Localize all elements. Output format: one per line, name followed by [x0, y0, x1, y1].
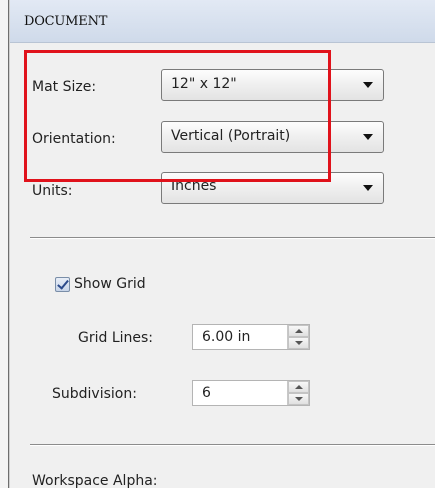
subdivision-increment[interactable]: [288, 381, 309, 393]
show-grid-checkbox[interactable]: [55, 277, 70, 292]
window-left-edge: [0, 0, 10, 488]
orientation-value: Vertical (Portrait): [171, 128, 291, 144]
dropdown-arrow-icon: [363, 185, 373, 191]
dropdown-arrow-icon: [363, 134, 373, 140]
mat-size-select[interactable]: 12" x 12": [161, 69, 384, 101]
units-select[interactable]: Inches: [161, 172, 384, 204]
section-divider: [30, 444, 435, 446]
checkmark-icon: [57, 277, 69, 290]
subdivision-label: Subdivision:: [52, 386, 137, 402]
grid-lines-value: 6.00 in: [202, 329, 251, 345]
workspace-alpha-label: Workspace Alpha:: [32, 473, 158, 489]
subdivision-value: 6: [202, 385, 211, 401]
mat-size-value: 12" x 12": [171, 76, 237, 92]
units-value: Inches: [171, 178, 217, 194]
spin-up-icon: [295, 385, 303, 389]
grid-lines-input[interactable]: 6.00 in: [192, 324, 310, 350]
dropdown-arrow-icon: [363, 82, 373, 88]
units-label: Units:: [32, 183, 73, 199]
panel-title: DOCUMENT: [24, 14, 108, 29]
grid-lines-decrement[interactable]: [288, 337, 309, 349]
grid-lines-stepper: [287, 325, 309, 349]
grid-lines-increment[interactable]: [288, 325, 309, 337]
mat-size-label: Mat Size:: [32, 79, 97, 95]
orientation-select[interactable]: Vertical (Portrait): [161, 121, 384, 153]
subdivision-decrement[interactable]: [288, 393, 309, 405]
document-panel: DOCUMENT Mat Size: 12" x 12" Orientation…: [10, 0, 435, 489]
spin-down-icon: [295, 397, 303, 401]
spin-down-icon: [295, 341, 303, 345]
section-divider: [30, 237, 435, 239]
subdivision-input[interactable]: 6: [192, 380, 310, 406]
show-grid-label: Show Grid: [74, 276, 146, 292]
spin-up-icon: [295, 329, 303, 333]
subdivision-stepper: [287, 381, 309, 405]
grid-lines-label: Grid Lines:: [78, 330, 154, 346]
orientation-label: Orientation:: [32, 131, 116, 147]
panel-header: DOCUMENT: [10, 0, 435, 43]
